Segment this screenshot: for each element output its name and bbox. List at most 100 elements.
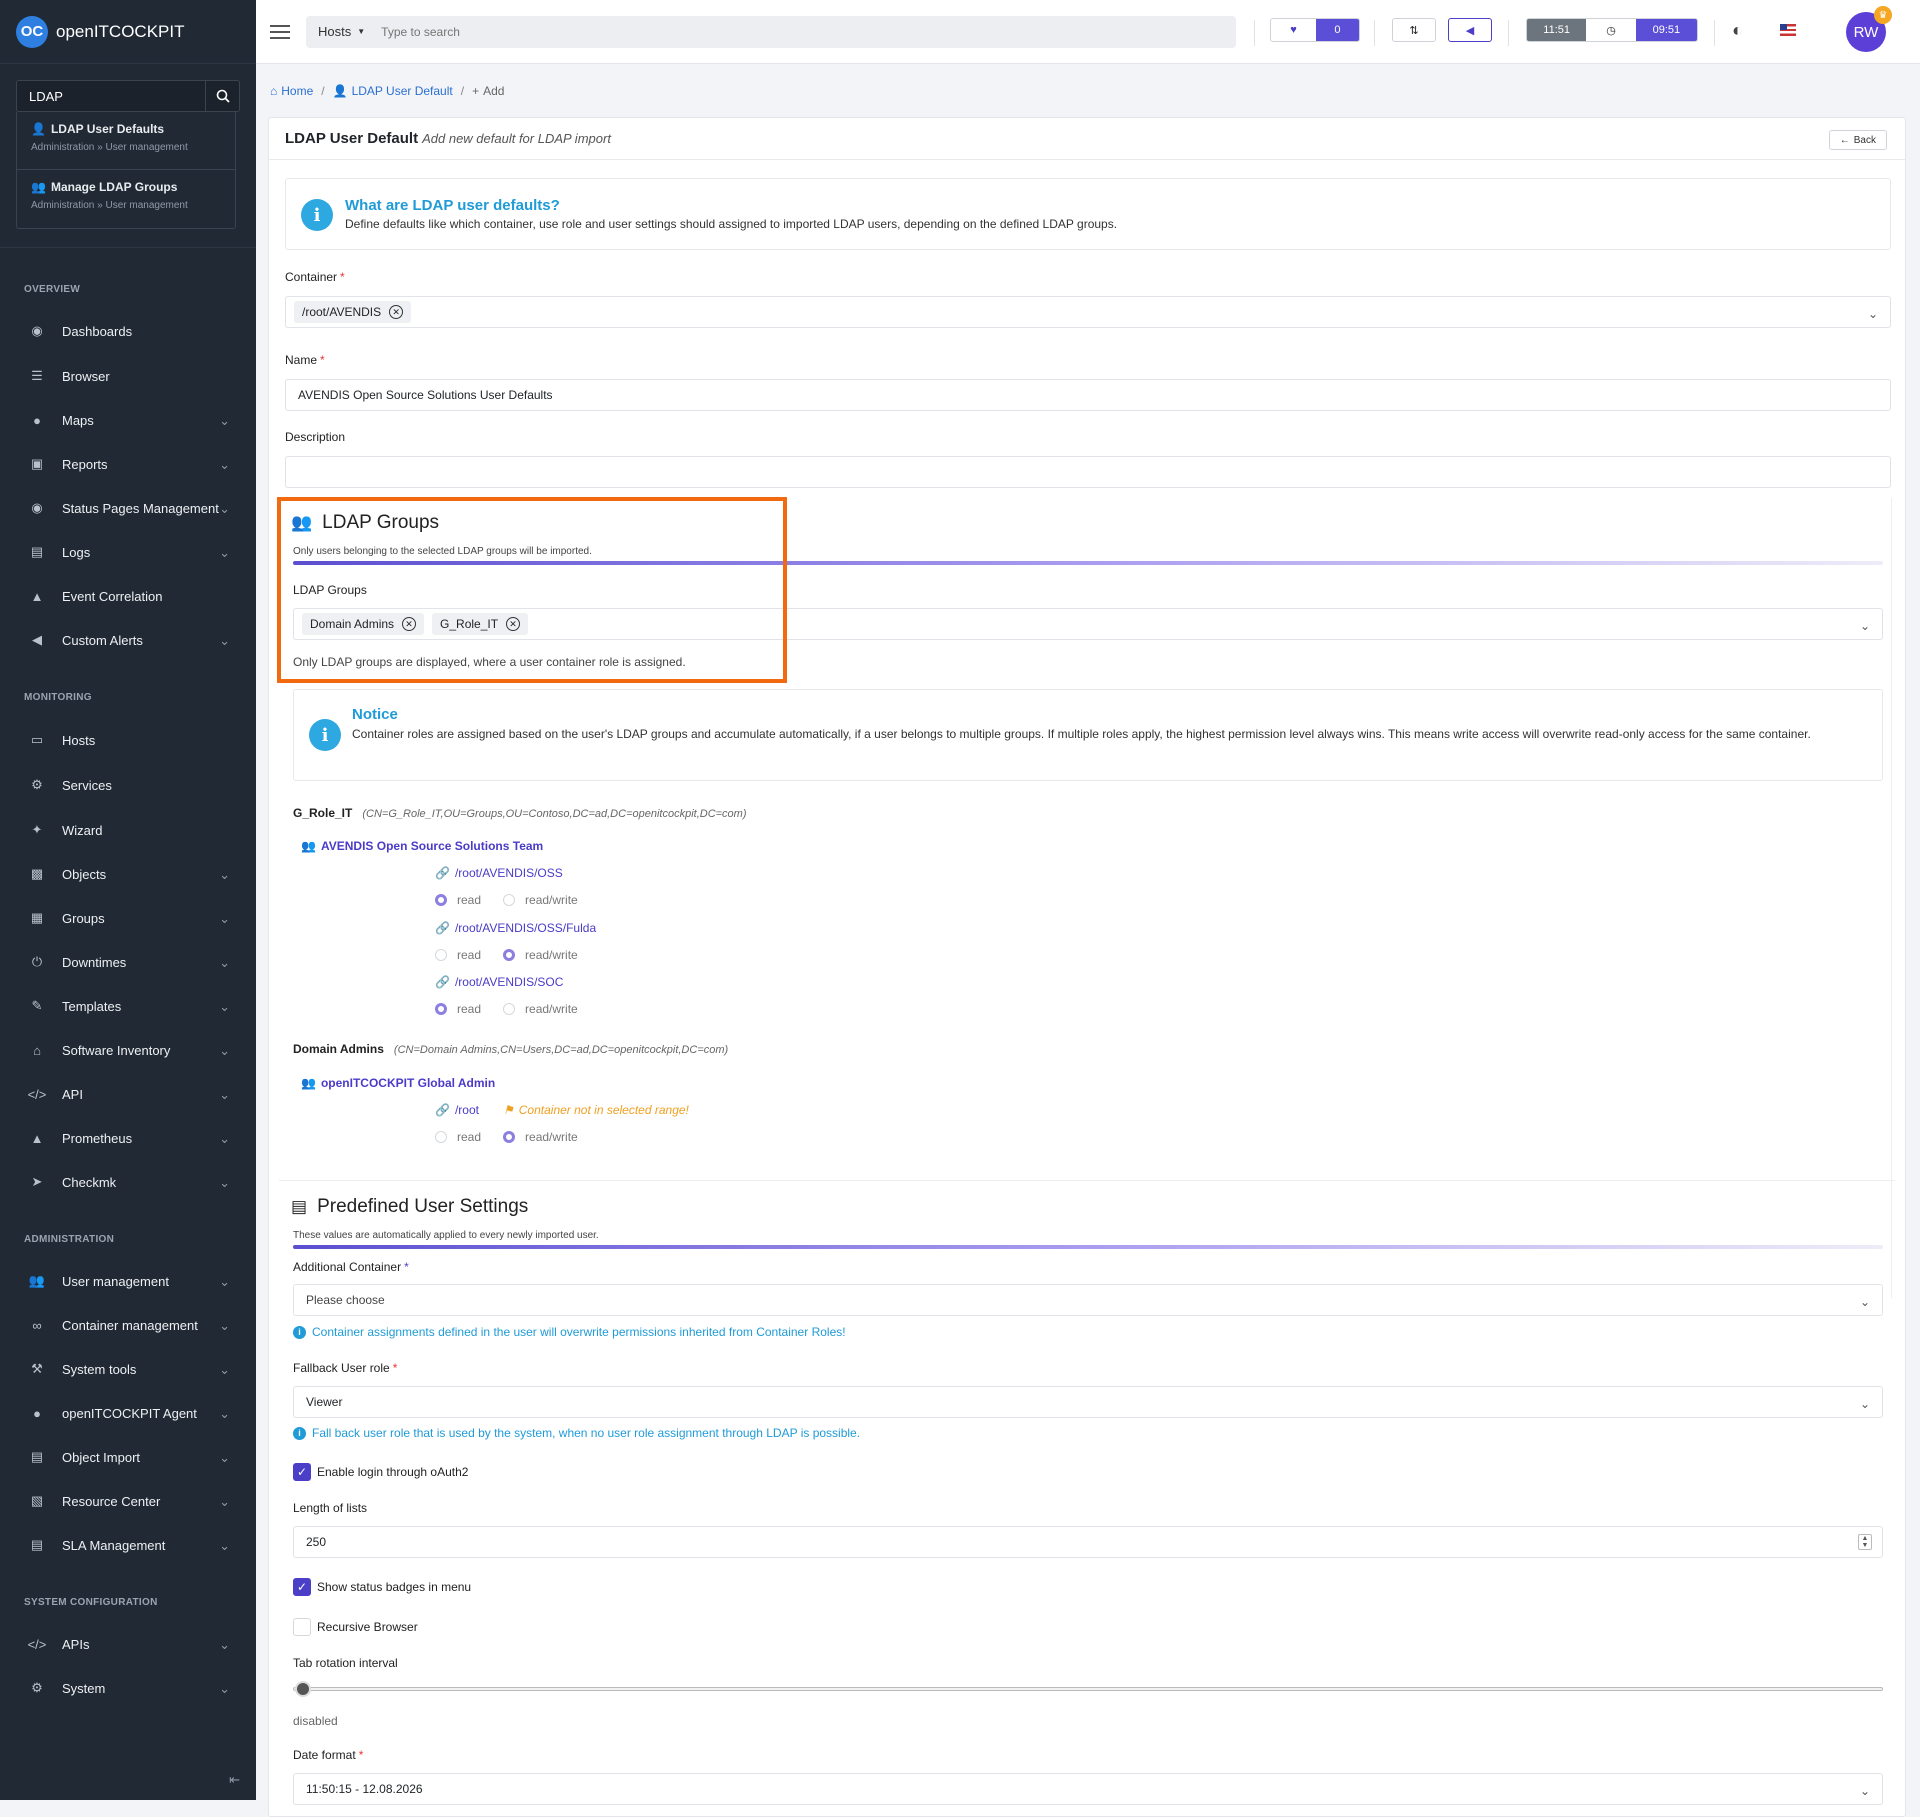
oauth-checkbox[interactable]: ✓ <box>293 1463 311 1481</box>
sidebar-search-input[interactable] <box>17 81 205 111</box>
date-format-select[interactable]: 11:50:15 - 12.08.2026 ⌄ <box>293 1773 1883 1805</box>
sidebar-item-software-inventory[interactable]: ⌂ Software Inventory ⌄ <box>0 1035 256 1065</box>
notice-title: Notice <box>352 706 398 723</box>
recursive-checkbox[interactable] <box>293 1618 311 1636</box>
container-select[interactable]: /root/AVENDIS ✕ ⌄ <box>285 296 1891 328</box>
info-circle-icon: i <box>293 1325 306 1339</box>
radio-readwrite[interactable] <box>503 894 516 906</box>
sidebar-item-api[interactable]: </> API ⌄ <box>0 1079 256 1109</box>
radio-read[interactable] <box>435 949 447 961</box>
name-field[interactable]: AVENDIS Open Source Solutions User Defau… <box>285 379 1891 411</box>
sidebar-item-browser[interactable]: ☰ Browser <box>0 361 256 391</box>
notifications-button[interactable]: ♥ 0 <box>1270 18 1360 42</box>
sidebar: OC openITCOCKPIT 👤 LDAP User Defaults Adm… <box>0 0 256 1800</box>
chevron-down-icon: ⌄ <box>219 1362 230 1377</box>
spinner-icon[interactable]: ▲ ▼ <box>1858 1534 1872 1550</box>
plus-icon: + <box>472 84 480 98</box>
sidebar-item-label: Browser <box>62 368 110 384</box>
oauth-checkbox-row[interactable]: ✓ Enable login through oAuth2 <box>293 1463 468 1481</box>
radio-readwrite[interactable] <box>503 1131 516 1143</box>
team-link[interactable]: 👥 openITCOCKPIT Global Admin <box>301 1076 495 1090</box>
remove-chip-icon[interactable]: ✕ <box>389 305 404 319</box>
us-flag-icon[interactable] <box>1780 24 1796 36</box>
sidebar-item-services[interactable]: ⚙ Services <box>0 770 256 800</box>
fallback-role-select[interactable]: Viewer ⌄ <box>293 1386 1883 1418</box>
sidebar-item-object-import[interactable]: ▤ Object Import ⌄ <box>0 1442 256 1472</box>
sidebar-item-custom-alerts[interactable]: ◀ Custom Alerts ⌄ <box>0 625 256 655</box>
sidebar-item-checkmk[interactable]: ➤ Checkmk ⌄ <box>0 1167 256 1197</box>
additional-container-select[interactable]: Please choose ⌄ <box>293 1284 1883 1316</box>
sidebar-search-button[interactable] <box>205 81 239 111</box>
breadcrumb-parent[interactable]: 👤 LDAP User Default <box>333 84 453 98</box>
sidebar-item-dashboards[interactable]: ◉ Dashboards <box>0 316 256 346</box>
radio-readwrite[interactable] <box>503 1003 516 1015</box>
sidebar-item-groups[interactable]: ▦ Groups ⌄ <box>0 903 256 933</box>
sidebar-item-logs[interactable]: ▤ Logs ⌄ <box>0 537 256 567</box>
length-input[interactable]: 250 ▲ ▼ <box>293 1526 1883 1558</box>
brand[interactable]: OC openITCOCKPIT <box>0 0 256 64</box>
oauth-label: Enable login through oAuth2 <box>317 1465 469 1479</box>
sidebar-item-event-correlation[interactable]: ▲ Event Correlation <box>0 581 256 611</box>
badges-checkbox[interactable]: ✓ <box>293 1578 311 1596</box>
sidebar-item-resource-center[interactable]: ▧ Resource Center ⌄ <box>0 1486 256 1516</box>
sidebar-item-label: Maps <box>62 412 94 428</box>
boxes-icon: ▧ <box>30 1493 44 1508</box>
sidebar-item-hosts[interactable]: ▭ Hosts <box>0 725 256 755</box>
radio-read[interactable] <box>435 1131 447 1143</box>
breadcrumb-home[interactable]: ⌂ Home <box>270 84 313 98</box>
sidebar-item-downtimes[interactable]: ⏻ Downtimes ⌄ <box>0 947 256 977</box>
container-path[interactable]: 🔗 /root <box>435 1103 479 1117</box>
tab-rotation-knob[interactable] <box>295 1681 311 1697</box>
search-result-ldap-user-defaults[interactable]: 👤 LDAP User Defaults Administration » Use… <box>17 112 235 170</box>
sidebar-item-sla-management[interactable]: ▤ SLA Management ⌄ <box>0 1530 256 1560</box>
description-field[interactable] <box>285 456 1891 488</box>
info-box: i What are LDAP user defaults? Define de… <box>285 178 1891 250</box>
sidebar-item-label: Services <box>62 777 112 793</box>
container-path[interactable]: 🔗 /root/AVENDIS/OSS/Fulda <box>435 921 596 935</box>
container-label: Container * <box>285 270 345 284</box>
sidebar-item-maps[interactable]: ● Maps ⌄ <box>0 405 256 435</box>
radio-read[interactable] <box>435 894 447 906</box>
radio-readwrite[interactable] <box>503 949 516 961</box>
badges-checkbox-row[interactable]: ✓ Show status badges in menu <box>293 1578 471 1596</box>
chevron-down-icon: ⌄ <box>219 1087 230 1102</box>
chevron-down-icon: ⌄ <box>219 1043 230 1058</box>
theme-toggle-icon[interactable]: ◐ <box>1732 20 1743 41</box>
announcements-button[interactable]: ◀ <box>1448 18 1492 42</box>
sidebar-item-user-management[interactable]: 👥 User management ⌄ <box>0 1266 256 1296</box>
sitemap-icon: ▲ <box>30 588 44 604</box>
sidebar-item-apis[interactable]: </> APIs ⌄ <box>0 1629 256 1659</box>
search-result-manage-ldap-groups[interactable]: 👥 Manage LDAP Groups Administration » Use… <box>17 170 235 228</box>
search-scope-dropdown[interactable]: Hosts ▼ <box>306 24 381 39</box>
sidebar-item-system-tools[interactable]: ⚒ System tools ⌄ <box>0 1354 256 1384</box>
sidebar-item-templates[interactable]: ✎ Templates ⌄ <box>0 991 256 1021</box>
sidebar-item-reports[interactable]: ▣ Reports ⌄ <box>0 449 256 479</box>
sidebar-item-agent[interactable]: ● openITCOCKPIT Agent ⌄ <box>0 1398 256 1428</box>
container-path[interactable]: 🔗 /root/AVENDIS/OSS <box>435 866 563 880</box>
back-button[interactable]: ← Back <box>1828 130 1887 150</box>
sidebar-item-status-pages[interactable]: ◉ Status Pages Management ⌄ <box>0 493 256 523</box>
sidebar-item-label: Status Pages Management <box>62 500 219 516</box>
sidebar-item-container-management[interactable]: ∞ Container management ⌄ <box>0 1310 256 1340</box>
container-path-label: /root/AVENDIS/SOC <box>454 975 564 989</box>
back-button-label: Back <box>1853 134 1876 146</box>
sidebar-item-prometheus[interactable]: ▲ Prometheus ⌄ <box>0 1123 256 1153</box>
caret-down-icon: ▼ <box>357 27 366 36</box>
sidebar-item-objects[interactable]: ▩ Objects ⌄ <box>0 859 256 889</box>
menu-toggle-icon[interactable] <box>270 24 290 39</box>
container-path[interactable]: 🔗 /root/AVENDIS/SOC <box>435 975 563 989</box>
section-system-configuration: SYSTEM CONFIGURATION <box>24 1597 158 1608</box>
tab-rotation-slider[interactable] <box>293 1687 1883 1691</box>
sidebar-item-system[interactable]: ⚙ System ⌄ <box>0 1673 256 1703</box>
sidebar-item-label: Resource Center <box>62 1493 161 1509</box>
sidebar-item-wizard[interactable]: ✦ Wizard <box>0 815 256 845</box>
users-icon: 👥 <box>301 839 316 853</box>
team-link[interactable]: 👥 AVENDIS Open Source Solutions Team <box>301 839 543 853</box>
radio-read[interactable] <box>435 1003 447 1015</box>
recursive-checkbox-row[interactable]: Recursive Browser <box>293 1618 418 1636</box>
refresh-button[interactable]: ⇅ <box>1392 18 1436 42</box>
breadcrumb-current: + Add <box>472 84 504 98</box>
global-search-input[interactable] <box>381 24 1236 39</box>
collapse-sidebar-icon[interactable]: ⇤ <box>229 1772 240 1788</box>
power-icon: ⏻ <box>31 954 43 969</box>
